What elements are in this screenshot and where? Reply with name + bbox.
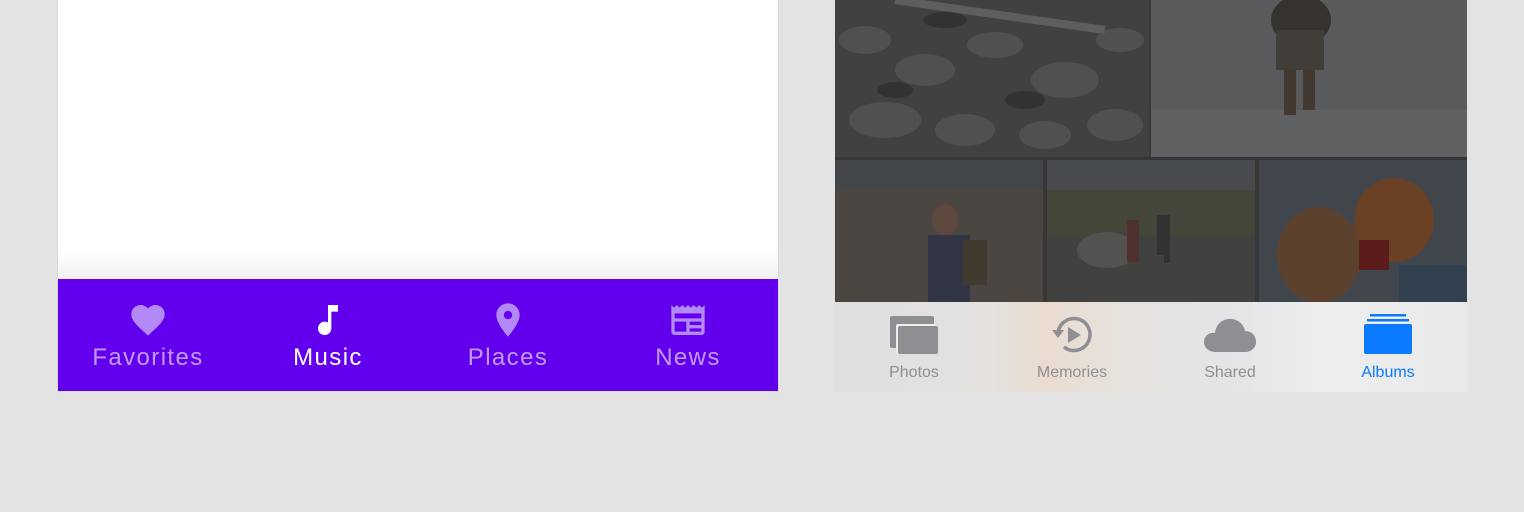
tab-photos[interactable]: Photos xyxy=(835,302,993,392)
android-bottom-navigation: Favorites Music Places News xyxy=(58,279,778,391)
photo-running-on-sand[interactable] xyxy=(1151,0,1467,157)
ios-screen: Photos Memories Shared Albums xyxy=(835,0,1467,392)
nav-label-music: Music xyxy=(293,344,363,371)
tab-label-photos: Photos xyxy=(889,364,939,381)
nav-item-favorites[interactable]: Favorites xyxy=(58,279,238,391)
photo-woman-in-field[interactable] xyxy=(835,160,1043,302)
nav-label-favorites: Favorites xyxy=(92,344,204,371)
music-note-icon xyxy=(318,305,338,335)
nav-label-places: Places xyxy=(467,344,549,371)
tab-shared[interactable]: Shared xyxy=(1151,302,1309,392)
ios-tab-bar: Photos Memories Shared Albums xyxy=(835,302,1467,392)
nav-item-music[interactable]: Music xyxy=(238,279,418,391)
tab-memories[interactable]: Memories xyxy=(993,302,1151,392)
cloud-icon xyxy=(1204,318,1256,352)
memories-replay-icon xyxy=(1052,316,1092,353)
tab-albums[interactable]: Albums xyxy=(1309,302,1467,392)
albums-folder-icon xyxy=(1364,314,1412,354)
nav-item-places[interactable]: Places xyxy=(418,279,598,391)
photo-group-on-rocks[interactable] xyxy=(1047,160,1255,302)
android-screen: Favorites Music Places News xyxy=(58,0,778,391)
nav-label-news: News xyxy=(655,344,721,371)
android-content-area xyxy=(58,0,778,279)
photos-stack-icon xyxy=(890,316,938,354)
photo-couple-selfie[interactable] xyxy=(1259,160,1467,302)
tab-label-albums: Albums xyxy=(1361,364,1415,381)
heart-icon xyxy=(131,305,165,336)
photo-rocky-beach[interactable] xyxy=(835,0,1149,157)
map-pin-icon xyxy=(496,303,520,337)
tab-label-memories: Memories xyxy=(1036,364,1108,381)
tab-label-shared: Shared xyxy=(1204,364,1256,381)
newspaper-icon xyxy=(671,305,705,335)
nav-item-news[interactable]: News xyxy=(598,279,778,391)
